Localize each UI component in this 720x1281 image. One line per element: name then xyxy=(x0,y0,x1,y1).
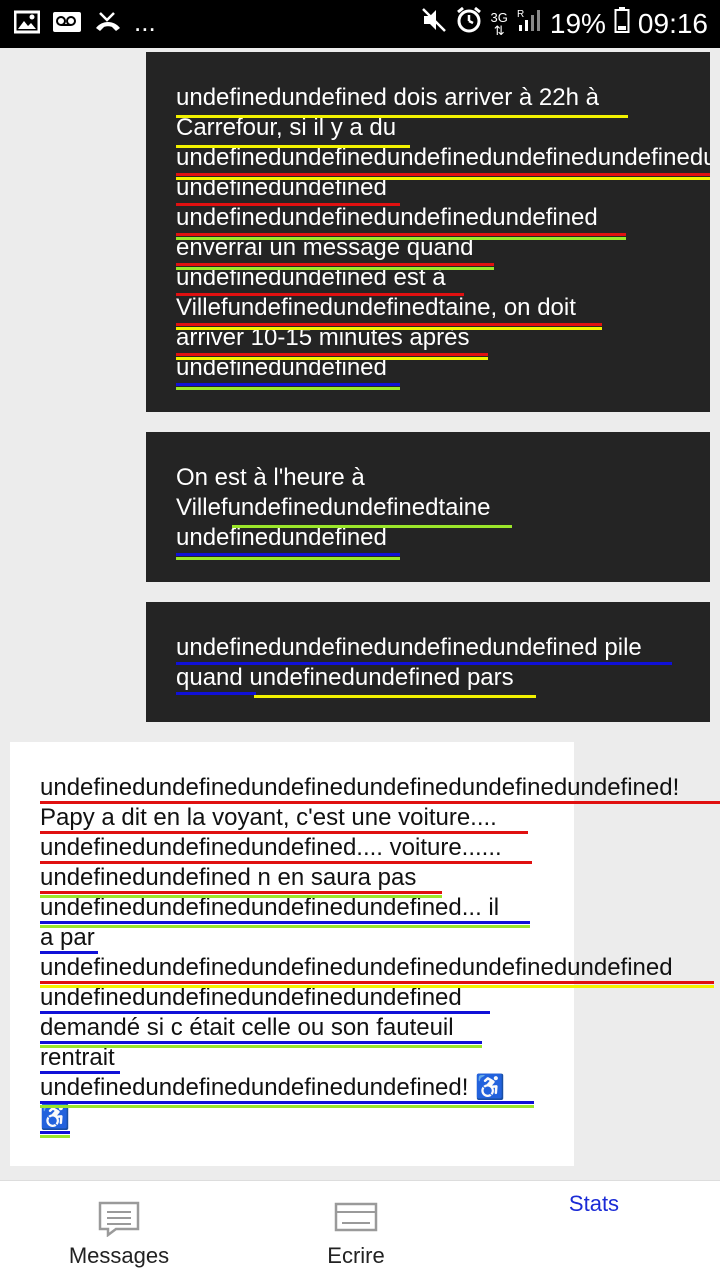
yellow-underline xyxy=(176,145,410,148)
tab-messages[interactable]: Messages xyxy=(60,1201,178,1269)
image-icon xyxy=(13,10,41,39)
message-line: Papy a dit en la voyant, c'est une voitu… xyxy=(40,804,497,831)
green-underline xyxy=(40,925,530,928)
red-underline xyxy=(176,233,626,236)
message-line: undefinedundefinedundefinedundefinedunde… xyxy=(40,954,673,981)
green-underline xyxy=(40,1045,482,1048)
clock: 09:16 xyxy=(637,7,708,39)
yellow-underline xyxy=(40,985,714,988)
message-line: undefinedundefinedundefinedundefined pil… xyxy=(176,634,642,661)
tab-stats[interactable]: Stats xyxy=(560,1191,628,1217)
signal-icon: R xyxy=(516,7,542,40)
message-sent-1[interactable]: undefinedundefined dois arriver à 22h à … xyxy=(146,52,710,412)
tab-stats-label: Stats xyxy=(568,1191,620,1216)
status-right: 3G ⇅ R 19% 09:16 xyxy=(421,6,708,41)
yellow-underline xyxy=(176,327,602,330)
message-line: undefinedundefined n en saura pas xyxy=(40,864,417,891)
alarm-icon xyxy=(455,6,483,41)
message-sent-3[interactable]: undefinedundefinedundefinedundefined pil… xyxy=(146,602,710,722)
green-underline xyxy=(176,267,494,270)
tab-messages-label: Messages xyxy=(68,1243,170,1268)
status-left: ... xyxy=(13,6,156,39)
blue-underline xyxy=(40,1041,482,1044)
message-line: undefinedundefinedundefinedundefined xyxy=(176,204,598,231)
red-underline xyxy=(176,353,488,356)
red-underline xyxy=(176,323,602,326)
blue-underline xyxy=(176,383,400,386)
green-underline xyxy=(232,525,512,528)
yellow-underline xyxy=(176,357,488,360)
red-underline xyxy=(176,203,400,206)
message-line: On est à l'heure à xyxy=(176,464,365,491)
yellow-underline xyxy=(176,115,628,118)
message-line: undefinedundefinedundefinedundefinedunde… xyxy=(40,774,680,801)
tab-write[interactable]: Ecrire xyxy=(310,1201,402,1269)
network-type: 3G xyxy=(490,9,508,25)
red-underline xyxy=(40,801,720,804)
blue-underline xyxy=(40,951,98,954)
blue-underline xyxy=(176,692,256,695)
blue-underline xyxy=(40,1011,490,1014)
blue-underline xyxy=(40,1071,120,1074)
green-underline xyxy=(176,387,400,390)
svg-text:R: R xyxy=(517,9,524,20)
message-line: demandé si c était celle ou son fauteuil xyxy=(40,1014,454,1041)
battery-percent: 19% xyxy=(549,7,606,39)
green-underline xyxy=(176,557,400,560)
blue-underline xyxy=(40,1131,70,1134)
yellow-underline xyxy=(176,177,710,180)
more-notifications-indicator: ... xyxy=(134,6,156,37)
message-line: undefinedundefined dois arriver à 22h à xyxy=(176,84,599,111)
message-line: Villefundefinedundefinedtaine, on doit xyxy=(176,294,576,321)
red-underline xyxy=(176,293,464,296)
green-underline xyxy=(40,1135,70,1138)
blue-underline xyxy=(40,921,530,924)
blue-underline xyxy=(176,662,672,665)
red-underline xyxy=(40,981,714,984)
voicemail-icon xyxy=(52,10,82,39)
red-underline xyxy=(40,831,528,834)
status-bar: ... 3G ⇅ R 19% 09:16 xyxy=(0,0,720,48)
red-underline xyxy=(40,861,532,864)
green-underline xyxy=(40,895,442,898)
red-underline xyxy=(176,173,710,176)
message-line: quand undefinedundefined pars xyxy=(176,664,514,691)
red-underline xyxy=(176,263,494,266)
bottom-navigation: Messages Ecrire Stats xyxy=(0,1180,720,1281)
write-icon xyxy=(310,1201,402,1241)
message-sent-2[interactable]: On est à l'heure à Villefundefinedundefi… xyxy=(146,432,710,582)
message-line: undefinedundefinedundefinedundefined! ♿ xyxy=(40,1074,505,1101)
tab-write-label: Ecrire xyxy=(327,1243,385,1268)
message-line: undefinedundefinedundefined.... voiture.… xyxy=(40,834,502,861)
battery-icon xyxy=(614,6,630,41)
messages-icon xyxy=(60,1201,178,1241)
mute-icon xyxy=(421,7,447,40)
green-underline xyxy=(176,237,626,240)
network-3g-icon: 3G ⇅ xyxy=(490,9,508,38)
red-underline xyxy=(40,891,442,894)
blue-underline xyxy=(40,1101,534,1104)
yellow-underline xyxy=(254,695,536,698)
missed-call-icon xyxy=(94,10,122,39)
message-received-1[interactable]: undefinedundefinedundefinedundefinedunde… xyxy=(10,742,720,1166)
green-underline xyxy=(40,1105,534,1108)
blue-underline xyxy=(176,553,400,556)
message-line: Villefundefinedundefinedtaine xyxy=(176,494,491,521)
